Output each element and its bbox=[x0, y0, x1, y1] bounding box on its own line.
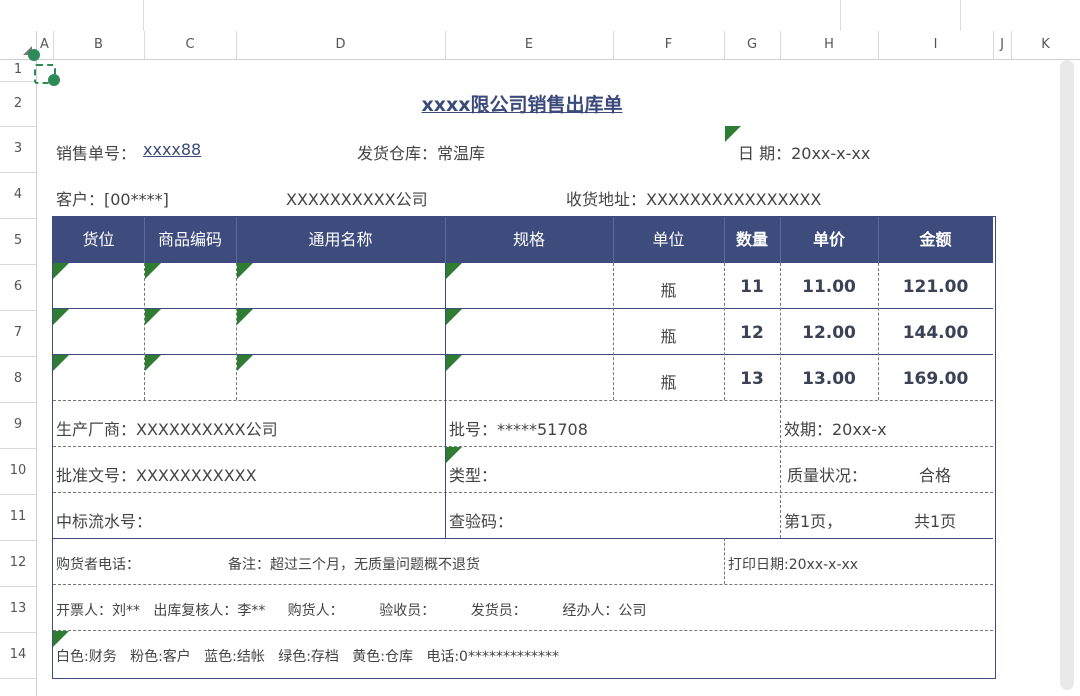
formula-bar[interactable] bbox=[0, 0, 1080, 32]
col-divider bbox=[236, 263, 237, 400]
comment-marker[interactable] bbox=[53, 355, 69, 371]
column-header-g[interactable]: G bbox=[724, 31, 781, 59]
row-header-7[interactable]: 7 bbox=[0, 310, 37, 357]
row-header-6[interactable]: 6 bbox=[0, 264, 37, 311]
row-divider bbox=[53, 308, 993, 309]
date-info: 日 期：20xx-x-xx bbox=[738, 144, 871, 163]
column-header-e[interactable]: E bbox=[445, 31, 614, 59]
row-divider bbox=[53, 584, 993, 585]
page-total: 共1页 bbox=[914, 512, 957, 531]
column-header-i[interactable]: I bbox=[878, 31, 994, 59]
selection-handle-bottom[interactable] bbox=[48, 74, 60, 86]
row-header-9[interactable]: 9 bbox=[0, 402, 37, 449]
row-divider bbox=[53, 354, 993, 355]
row-header-11[interactable]: 11 bbox=[0, 494, 37, 541]
col-divider bbox=[445, 263, 446, 400]
comment-marker[interactable] bbox=[237, 309, 253, 325]
delivery-address: 收货地址：XXXXXXXXXXXXXXXX bbox=[566, 190, 822, 209]
order-number-value: xxxx88 bbox=[143, 140, 202, 159]
column-header-h[interactable]: H bbox=[780, 31, 879, 59]
item-quantity: 12 bbox=[740, 323, 764, 343]
buyer-phone: 购货者电话： bbox=[56, 557, 140, 573]
print-date: 打印日期:20xx-x-xx bbox=[728, 557, 859, 573]
comment-marker[interactable] bbox=[53, 631, 69, 647]
row-header-14[interactable]: 14 bbox=[0, 632, 37, 679]
col-divider bbox=[724, 538, 725, 584]
comment-marker[interactable] bbox=[237, 355, 253, 371]
item-unit-price: 11.00 bbox=[802, 277, 856, 297]
copy-colors-line: 白色:财务 粉色:客户 蓝色:结帐 绿色:存档 黄色:仓库 电话:0******… bbox=[56, 649, 559, 665]
manufacturer-info: 生产厂商：XXXXXXXXXX公司 bbox=[56, 420, 278, 439]
customer-info: 客户：[00****] bbox=[56, 190, 169, 209]
item-quantity: 13 bbox=[740, 369, 764, 389]
col-divider bbox=[780, 400, 781, 538]
column-header-c[interactable]: C bbox=[144, 31, 237, 59]
column-header-b[interactable]: B bbox=[53, 31, 145, 59]
remark: 备注：超过三个月，无质量问题概不退货 bbox=[228, 557, 480, 573]
warehouse-info: 发货仓库：常温库 bbox=[357, 144, 486, 163]
row-header-8[interactable]: 8 bbox=[0, 356, 37, 403]
item-unit-price: 12.00 bbox=[802, 323, 856, 343]
row-divider bbox=[53, 492, 993, 493]
selection-handle-top[interactable] bbox=[28, 49, 40, 61]
comment-marker[interactable] bbox=[446, 447, 462, 463]
item-amount: 169.00 bbox=[902, 369, 969, 389]
row-divider bbox=[53, 400, 993, 401]
row-header-3[interactable]: 3 bbox=[0, 126, 37, 173]
comment-marker[interactable] bbox=[237, 263, 253, 279]
column-header-row: A B C D E F G H I J K bbox=[0, 31, 1080, 60]
row-header-13[interactable]: 13 bbox=[0, 586, 37, 633]
row-header-10[interactable]: 10 bbox=[0, 448, 37, 495]
item-unit-price: 13.00 bbox=[802, 369, 856, 389]
item-quantity: 11 bbox=[740, 277, 764, 297]
row-divider bbox=[53, 446, 993, 447]
item-unit: 瓶 bbox=[660, 373, 677, 392]
document-title: xxxx限公司销售出库单 bbox=[421, 94, 623, 116]
formula-extra bbox=[840, 0, 961, 31]
row-header-4[interactable]: 4 bbox=[0, 172, 37, 219]
comment-marker[interactable] bbox=[145, 263, 161, 279]
bid-serial: 中标流水号： bbox=[56, 512, 153, 531]
item-unit: 瓶 bbox=[660, 281, 677, 300]
column-header-j[interactable]: J bbox=[993, 31, 1012, 59]
customer-company: XXXXXXXXXX公司 bbox=[286, 190, 428, 209]
row-header-15[interactable] bbox=[0, 678, 37, 696]
type-info: 类型： bbox=[449, 466, 498, 485]
comment-marker[interactable] bbox=[53, 309, 69, 325]
quality-value: 合格 bbox=[919, 466, 952, 485]
signers-line: 开票人：刘** 出库复核人：李** 购货人： 验收员： 发货员： 经办人：公司 bbox=[56, 603, 647, 619]
column-header-d[interactable]: D bbox=[236, 31, 446, 59]
vertical-scrollbar[interactable] bbox=[1060, 60, 1074, 690]
column-header-k[interactable]: K bbox=[1011, 31, 1080, 59]
verify-code: 查验码： bbox=[449, 512, 514, 531]
row-divider bbox=[53, 538, 993, 539]
approval-number: 批准文号：XXXXXXXXXXX bbox=[56, 466, 257, 485]
comment-marker[interactable] bbox=[145, 355, 161, 371]
row-header-5[interactable]: 5 bbox=[0, 218, 37, 265]
row-header-1[interactable]: 1 bbox=[0, 59, 37, 82]
row-divider bbox=[53, 630, 993, 631]
row-header-2[interactable]: 2 bbox=[0, 81, 37, 127]
col-divider bbox=[144, 263, 145, 400]
item-amount: 144.00 bbox=[902, 323, 969, 343]
batch-number: 批号：*****51708 bbox=[449, 420, 588, 439]
row-header-12[interactable]: 12 bbox=[0, 540, 37, 587]
comment-marker[interactable] bbox=[446, 263, 462, 279]
page-current: 第1页， bbox=[784, 512, 843, 531]
expiry-date: 效期：20xx-x bbox=[784, 420, 887, 439]
column-header-f[interactable]: F bbox=[613, 31, 725, 59]
order-number-label: 销售单号： bbox=[56, 144, 137, 163]
name-box[interactable] bbox=[0, 0, 144, 31]
formula-input[interactable] bbox=[143, 0, 841, 31]
col-divider bbox=[445, 400, 446, 538]
quality-label: 质量状况： bbox=[787, 466, 868, 485]
comment-marker[interactable] bbox=[446, 309, 462, 325]
comment-marker[interactable] bbox=[145, 309, 161, 325]
comment-marker[interactable] bbox=[53, 263, 69, 279]
item-unit: 瓶 bbox=[660, 327, 677, 346]
item-amount: 121.00 bbox=[902, 277, 969, 297]
comment-marker[interactable] bbox=[446, 355, 462, 371]
